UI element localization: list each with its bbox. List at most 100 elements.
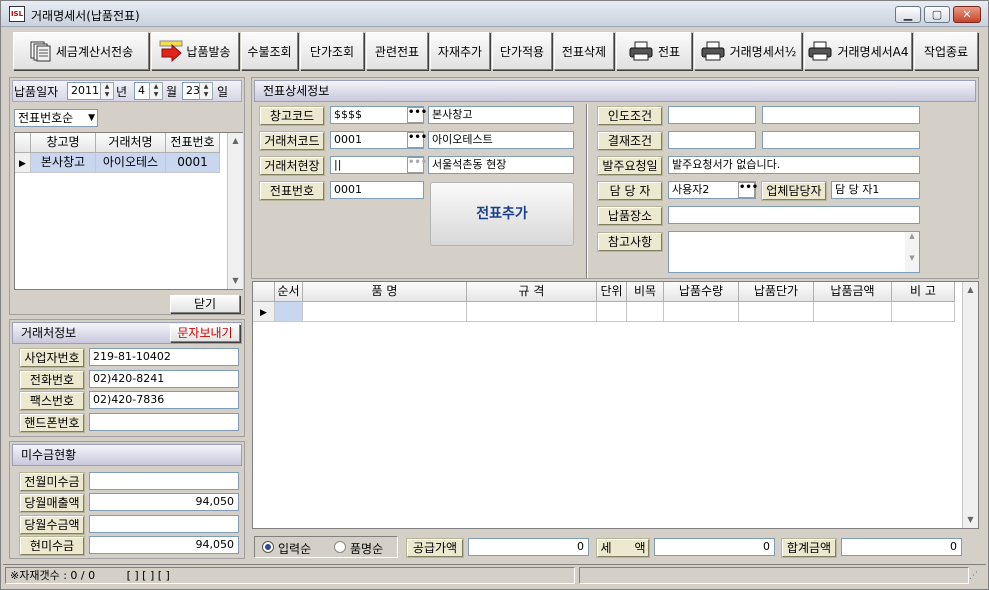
mobile-field[interactable] [89,413,239,431]
column-header[interactable]: 창고명 [31,133,96,153]
table-cell[interactable] [814,302,892,322]
phone-field[interactable]: 02)420-8241 [89,370,239,388]
minimize-button[interactable]: ▁ [895,6,921,23]
print-statement-a4-label: 거래명세서A4 [837,44,909,59]
payment-terms-field-2[interactable] [762,131,920,149]
scroll-up-icon[interactable]: ▲ [963,282,978,298]
chevron-down-icon: ▼ [88,113,95,123]
column-header[interactable]: 전표번호 [166,133,220,153]
warehouse-lookup-button[interactable]: ••• [407,107,427,123]
business-no-label: 사업자번호 [19,348,85,368]
table-cell[interactable] [664,302,739,322]
add-material-label: 자재추가 [437,44,483,59]
table-cell[interactable] [892,302,955,322]
radio-input-order[interactable] [262,541,274,553]
manager-lookup-button[interactable]: ••• [738,182,758,198]
scroll-down-icon[interactable]: ▼ [228,273,243,289]
items-grid: 순서 품 명 규 격 단위 비목 납품수량 납품단가 납품금액 비 고 ▶ ▲ … [252,281,979,529]
table-cell[interactable] [597,302,627,322]
table-cell[interactable] [467,302,597,322]
print-statement-a4-button[interactable]: 거래명세서A4 [804,32,912,70]
stock-inquiry-button[interactable]: 수불조회 [241,32,298,70]
exit-work-button[interactable]: 작업종료 [914,32,978,70]
scroll-down-icon[interactable]: ▼ [963,512,978,528]
slip-detail-panel: 전표상세정보 창고코드 $$$$ ••• 본사창고 거래처코드 0001 •••… [251,77,979,279]
year-input[interactable]: 2011 [67,82,101,100]
column-header[interactable]: 거래처명 [96,133,166,153]
print-statement-half-label: 거래명세서½ [729,44,797,59]
radio-item-order-label[interactable]: 품명순 [350,540,383,557]
printer-icon [628,41,654,61]
delivery-send-label: 납품발송 [186,44,231,59]
column-header[interactable]: 비 고 [892,282,955,302]
list-scrollbar[interactable]: ▲ ▼ [227,133,243,289]
table-cell[interactable]: 아이오테스 [96,153,166,173]
prev-month-receivable-field[interactable] [89,472,239,490]
remarks-textarea[interactable]: ▲ ▼ [668,231,920,273]
delivery-terms-field-2[interactable] [762,106,920,124]
year-spinner[interactable]: ▲ ▼ [100,82,114,100]
total-amount-label: 합계금액 [781,538,837,558]
month-sales-field[interactable]: 94,050 [89,493,239,511]
delivery-terms-field-1[interactable] [668,106,756,124]
column-header[interactable]: 납품단가 [739,282,814,302]
radio-dot-icon [265,544,271,550]
client-lookup-button[interactable]: ••• [407,132,427,148]
current-receivable-field[interactable]: 94,050 [89,536,239,554]
add-slip-button[interactable]: 전표추가 [430,182,574,246]
vendor-manager-field[interactable]: 담 당 자1 [831,181,920,199]
column-header[interactable]: 단위 [597,282,627,302]
table-cell[interactable] [627,302,664,322]
price-inquiry-button[interactable]: 단가조회 [300,32,364,70]
column-header[interactable]: 납품금액 [814,282,892,302]
table-cell[interactable]: 0001 [166,153,220,173]
site-lookup-button[interactable]: ••• [407,157,427,173]
scroll-up-icon[interactable]: ▲ [228,133,243,149]
close-window-button[interactable]: ✕ [953,6,981,23]
apply-price-button[interactable]: 단가적용 [492,32,552,70]
column-header[interactable]: 비목 [627,282,664,302]
add-material-button[interactable]: 자재추가 [430,32,490,70]
table-cell[interactable] [739,302,814,322]
business-no-field[interactable]: 219-81-10402 [89,348,239,366]
fax-field[interactable]: 02)420-7836 [89,391,239,409]
delete-slip-button[interactable]: 전표삭제 [554,32,614,70]
scroll-down-icon[interactable]: ▼ [905,254,919,262]
radio-item-order[interactable] [334,541,346,553]
day-spinner[interactable]: ▲ ▼ [199,82,213,100]
sort-select[interactable]: 전표번호순 ▼ [14,109,98,127]
close-list-button[interactable]: 닫기 [170,295,240,313]
items-scrollbar[interactable]: ▲ ▼ [962,282,978,528]
slip-no-field[interactable]: 0001 [330,181,424,199]
related-slip-button[interactable]: 관련전표 [366,32,428,70]
manager-label: 담 당 자 [597,181,663,201]
tax-amount-field: 0 [654,538,775,556]
day-input[interactable]: 23 [182,82,200,100]
column-header[interactable]: 규 격 [467,282,597,302]
order-date-field[interactable]: 발주요청서가 없습니다. [668,156,920,174]
column-header[interactable]: 순서 [275,282,303,302]
table-cell[interactable] [303,302,467,322]
radio-input-order-label[interactable]: 입력순 [278,540,311,557]
resize-grip-icon[interactable]: ⋰ [969,571,978,581]
slip-list-panel: 납품일자 2011 ▲ ▼ 년 4 ▲ ▼ 월 23 ▲ ▼ 일 전표번호순 ▼ 창고… [9,77,245,315]
delivery-place-field[interactable] [668,206,920,224]
print-statement-half-button[interactable]: 거래명세서½ [694,32,802,70]
table-cell[interactable] [275,302,303,322]
payment-terms-field-1[interactable] [668,131,756,149]
column-header[interactable]: 품 명 [303,282,467,302]
maximize-button[interactable]: ▢ [924,6,950,23]
print-slip-button[interactable]: 전표 [616,32,692,70]
remarks-scrollbar[interactable]: ▲ ▼ [905,232,919,272]
month-spinner[interactable]: ▲ ▼ [149,82,163,100]
delivery-send-button[interactable]: 납품발송 [151,32,239,70]
supply-amount-field: 0 [468,538,589,556]
column-header[interactable]: 납품수량 [664,282,739,302]
month-collection-field[interactable] [89,515,239,533]
table-cell[interactable]: 본사창고 [31,153,96,173]
scroll-up-icon[interactable]: ▲ [905,232,919,240]
month-input[interactable]: 4 [134,82,150,100]
tax-invoice-send-button[interactable]: 세금계산서전송 [13,32,149,70]
send-sms-button[interactable]: 문자보내기 [170,324,240,342]
status-panel-2 [579,567,969,584]
